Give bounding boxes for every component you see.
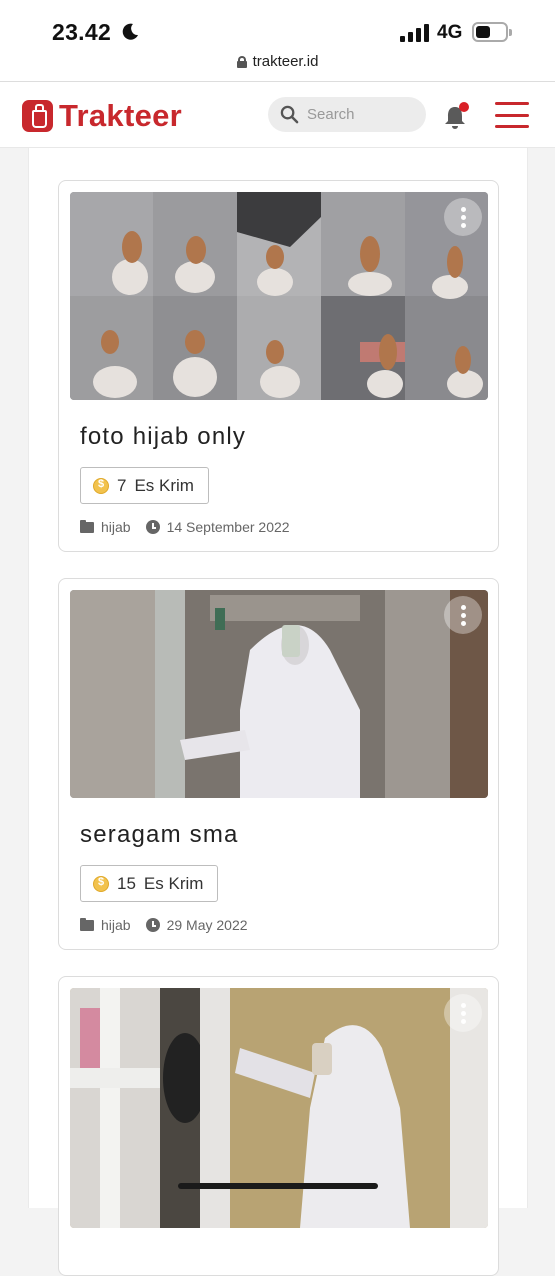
more-options-icon[interactable] <box>444 994 482 1032</box>
notification-bell-icon[interactable] <box>443 101 469 131</box>
more-options-icon[interactable] <box>444 596 482 634</box>
post-thumbnail[interactable] <box>70 590 488 798</box>
trakteer-logo[interactable]: Trakteer <box>22 98 182 134</box>
moon-icon <box>122 23 138 40</box>
post-card[interactable] <box>58 976 499 1276</box>
logo-cup-icon <box>22 100 53 132</box>
clock-icon <box>145 918 160 932</box>
photo-uniform-image <box>70 590 488 798</box>
post-card[interactable]: seragam sma 15 Es Krim hijab 29 May 2022 <box>58 578 499 950</box>
lock-icon <box>236 55 247 68</box>
search-input[interactable] <box>307 106 407 123</box>
post-meta: hijab 14 September 2022 <box>80 519 290 535</box>
price-unit: Es Krim <box>143 873 204 893</box>
network-type: 4G <box>437 22 463 43</box>
price-unit: Es Krim <box>134 475 194 495</box>
post-title[interactable]: seragam sma <box>80 821 239 849</box>
hamburger-menu-icon[interactable] <box>495 102 529 128</box>
photo-mirror-selfie-image <box>70 988 488 1228</box>
status-bar: 23.42 4G <box>0 0 555 50</box>
price-amount: 15 <box>117 873 136 893</box>
price-badge: 15 Es Krim <box>80 865 219 902</box>
post-thumbnail[interactable] <box>70 192 488 400</box>
post-date: 29 May 2022 <box>166 917 248 933</box>
clock-icon <box>145 520 160 534</box>
url-text[interactable]: trakteer.id <box>253 53 319 70</box>
post-card[interactable]: foto hijab only 7 Es Krim hijab 14 Septe… <box>58 180 499 552</box>
signal-icon <box>400 24 429 42</box>
folder-icon <box>80 917 94 931</box>
coin-icon <box>93 875 109 892</box>
url-bar[interactable]: trakteer.id <box>0 50 555 82</box>
post-meta: hijab 29 May 2022 <box>80 917 248 933</box>
more-options-icon[interactable] <box>444 198 482 236</box>
posts-list: foto hijab only 7 Es Krim hijab 14 Septe… <box>28 148 528 1276</box>
post-title[interactable]: foto hijab only <box>80 423 246 451</box>
coin-icon <box>93 477 109 494</box>
status-time: 23.42 <box>52 19 112 45</box>
logo-text: Trakteer <box>59 98 183 133</box>
post-category[interactable]: hijab <box>101 519 131 535</box>
post-date: 14 September 2022 <box>166 519 290 535</box>
post-category[interactable]: hijab <box>101 917 131 933</box>
photo-collage-image <box>70 192 488 400</box>
home-indicator[interactable] <box>178 1183 378 1189</box>
price-amount: 7 <box>117 475 127 495</box>
battery-icon <box>472 22 512 42</box>
folder-icon <box>80 519 94 533</box>
price-badge: 7 Es Krim <box>80 467 209 504</box>
search-box[interactable] <box>268 97 426 132</box>
site-header: Trakteer <box>0 82 555 148</box>
notification-badge <box>459 102 469 112</box>
search-icon <box>280 105 299 124</box>
post-thumbnail[interactable] <box>70 988 488 1228</box>
